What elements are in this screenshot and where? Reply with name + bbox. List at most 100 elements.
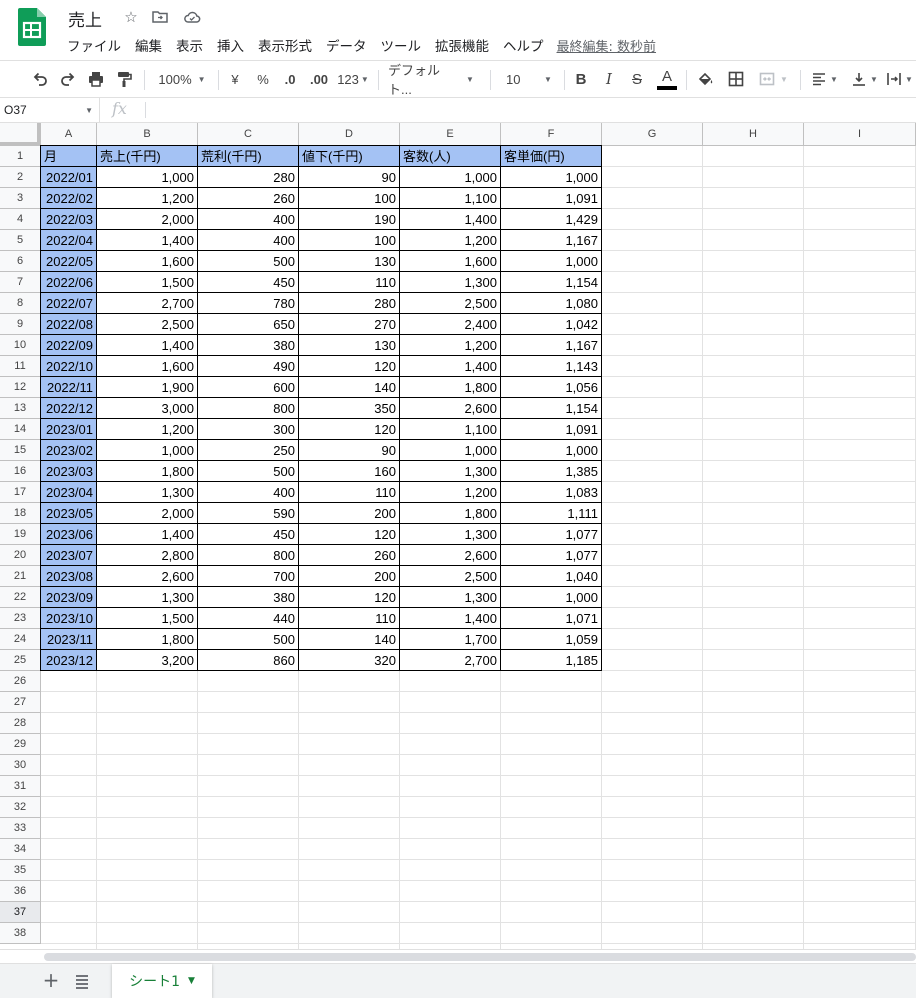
month-cell[interactable]: 2022/04	[41, 230, 96, 251]
month-cell[interactable]: 2023/11	[41, 629, 96, 650]
month-cell[interactable]: 2023/03	[41, 461, 96, 482]
table-cell[interactable]: 1,167	[501, 335, 601, 356]
table-cell[interactable]: 490	[198, 356, 298, 377]
table-cell[interactable]: 450	[198, 272, 298, 293]
table-cell[interactable]: 1,077	[501, 524, 601, 545]
table-cell[interactable]: 800	[198, 398, 298, 419]
row-header-18[interactable]: 18	[0, 503, 41, 524]
month-cell[interactable]: 2023/10	[41, 608, 96, 629]
scrollbar-thumb[interactable]	[44, 953, 916, 961]
table-cell[interactable]: 120	[299, 587, 399, 608]
table-cell[interactable]: 500	[198, 461, 298, 482]
row-header-1[interactable]: 1	[0, 146, 41, 167]
table-cell[interactable]: 1,600	[400, 251, 500, 272]
print-icon[interactable]	[84, 61, 108, 97]
table-cell[interactable]: 1,154	[501, 272, 601, 293]
table-cell[interactable]: 200	[299, 566, 399, 587]
currency-format-button[interactable]: ¥	[224, 61, 246, 97]
table-cell[interactable]: 450	[198, 524, 298, 545]
text-wrap-icon[interactable]: ▼	[884, 61, 914, 97]
month-cell[interactable]: 2022/11	[41, 377, 96, 398]
cloud-icon[interactable]	[183, 8, 201, 26]
month-cell[interactable]: 2023/04	[41, 482, 96, 503]
table-cell[interactable]: 1,091	[501, 188, 601, 209]
table-cell[interactable]: 320	[299, 650, 399, 671]
table-cell[interactable]: 1,040	[501, 566, 601, 587]
document-title[interactable]: 売上	[68, 6, 102, 31]
table-cell[interactable]: 280	[299, 293, 399, 314]
row-header-23[interactable]: 23	[0, 608, 41, 629]
table-cell[interactable]: 1,200	[97, 419, 197, 440]
star-icon[interactable]: ☆	[122, 8, 140, 26]
borders-icon[interactable]	[724, 61, 748, 97]
table-cell[interactable]: 1,059	[501, 629, 601, 650]
table-cell[interactable]: 1,400	[97, 335, 197, 356]
table-cell[interactable]: 2,000	[97, 209, 197, 230]
column-header-f[interactable]: F	[501, 123, 602, 146]
last-edit-link[interactable]: 最終編集: 数秒前	[557, 36, 657, 55]
column-header-c[interactable]: C	[198, 123, 299, 146]
table-header-cell[interactable]: 売上(千円)	[97, 146, 197, 167]
table-cell[interactable]: 200	[299, 503, 399, 524]
menu-view[interactable]: 表示	[169, 35, 210, 55]
bold-button[interactable]: B	[570, 61, 592, 97]
table-cell[interactable]: 120	[299, 524, 399, 545]
table-cell[interactable]: 350	[299, 398, 399, 419]
month-cell[interactable]: 2023/12	[41, 650, 96, 671]
menu-edit[interactable]: 編集	[128, 35, 169, 55]
row-header-9[interactable]: 9	[0, 314, 41, 335]
table-cell[interactable]: 260	[299, 545, 399, 566]
column-header-g[interactable]: G	[602, 123, 703, 146]
table-cell[interactable]: 3,000	[97, 398, 197, 419]
percent-format-button[interactable]: %	[252, 61, 274, 97]
merge-cells-icon[interactable]: ▼	[754, 61, 792, 97]
table-cell[interactable]: 1,083	[501, 482, 601, 503]
text-color-button[interactable]: A	[655, 61, 679, 97]
table-cell[interactable]: 2,400	[400, 314, 500, 335]
table-cell[interactable]: 1,300	[97, 587, 197, 608]
table-cell[interactable]: 2,500	[400, 566, 500, 587]
table-cell[interactable]: 1,077	[501, 545, 601, 566]
table-cell[interactable]: 1,100	[400, 188, 500, 209]
table-cell[interactable]: 130	[299, 335, 399, 356]
column-header-a[interactable]: A	[41, 123, 97, 146]
row-header-2[interactable]: 2	[0, 167, 41, 188]
table-cell[interactable]: 1,143	[501, 356, 601, 377]
table-cell[interactable]: 780	[198, 293, 298, 314]
month-cell[interactable]: 2022/06	[41, 272, 96, 293]
row-header-8[interactable]: 8	[0, 293, 41, 314]
number-format-select[interactable]: 123 ▼	[336, 61, 370, 97]
table-cell[interactable]: 250	[198, 440, 298, 461]
table-cell[interactable]: 2,600	[400, 545, 500, 566]
table-cell[interactable]: 1,300	[400, 524, 500, 545]
month-cell[interactable]: 2022/09	[41, 335, 96, 356]
name-box[interactable]: O37 ▼	[0, 98, 100, 122]
row-header-33[interactable]: 33	[0, 818, 41, 839]
table-cell[interactable]: 1,000	[501, 440, 601, 461]
menu-file[interactable]: ファイル	[60, 35, 128, 55]
table-cell[interactable]: 1,400	[97, 230, 197, 251]
increase-decimal-button[interactable]: .00	[306, 61, 332, 97]
month-cell[interactable]: 2022/12	[41, 398, 96, 419]
table-cell[interactable]: 1,400	[400, 209, 500, 230]
row-header-36[interactable]: 36	[0, 881, 41, 902]
row-header-19[interactable]: 19	[0, 524, 41, 545]
table-cell[interactable]: 1,200	[400, 335, 500, 356]
month-cell[interactable]: 2022/10	[41, 356, 96, 377]
table-cell[interactable]: 1,429	[501, 209, 601, 230]
column-header-d[interactable]: D	[299, 123, 400, 146]
table-cell[interactable]: 1,400	[97, 524, 197, 545]
horizontal-scrollbar[interactable]	[0, 949, 916, 963]
table-header-cell[interactable]: 荒利(千円)	[198, 146, 298, 167]
table-cell[interactable]: 1,300	[97, 482, 197, 503]
table-cell[interactable]: 140	[299, 377, 399, 398]
row-header-13[interactable]: 13	[0, 398, 41, 419]
table-cell[interactable]: 800	[198, 545, 298, 566]
month-cell[interactable]: 2023/09	[41, 587, 96, 608]
table-cell[interactable]: 1,200	[400, 482, 500, 503]
table-cell[interactable]: 1,600	[97, 356, 197, 377]
month-cell[interactable]: 2022/03	[41, 209, 96, 230]
table-cell[interactable]: 1,154	[501, 398, 601, 419]
row-header-16[interactable]: 16	[0, 461, 41, 482]
table-cell[interactable]: 1,800	[97, 461, 197, 482]
